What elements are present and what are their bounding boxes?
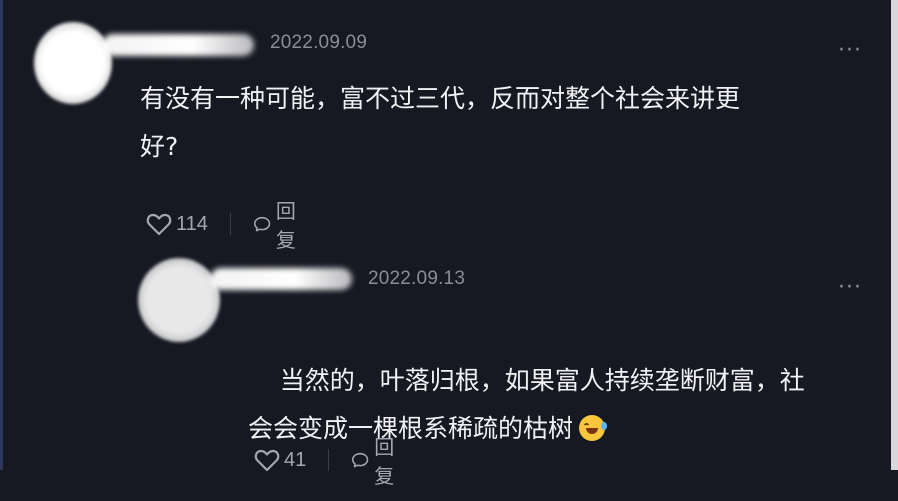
username-redacted[interactable] (102, 34, 254, 56)
heart-icon (254, 449, 280, 472)
reply-label: 回复 (275, 199, 296, 252)
username-redacted[interactable] (210, 268, 352, 290)
divider (229, 213, 231, 235)
like-count: 41 (284, 448, 307, 471)
like-count: 114 (176, 212, 208, 235)
reply-label: 回复 (374, 435, 395, 488)
laughing-emoji-icon (579, 415, 608, 441)
speech-bubble-icon (351, 452, 369, 468)
speech-bubble-icon (253, 216, 270, 232)
left-edge (0, 0, 3, 470)
like-button[interactable]: 114 (146, 212, 208, 236)
comment-actions: 114 回复 (146, 195, 304, 253)
comment-date: 2022.09.09 (270, 32, 368, 53)
scrollbar-track[interactable] (891, 0, 898, 470)
avatar[interactable] (34, 22, 112, 104)
more-options-icon[interactable]: ··· (838, 40, 862, 62)
comment-actions: 41 回复 (254, 431, 402, 489)
more-options-icon[interactable]: ··· (838, 277, 862, 299)
divider (328, 449, 329, 471)
comment-date: 2022.09.13 (368, 268, 466, 289)
comment-text: 有没有一种可能，富不过三代，反而对整个社会来讲更 好? (140, 84, 741, 161)
avatar[interactable] (138, 258, 220, 342)
reply-button[interactable]: 回复 (351, 431, 402, 489)
like-button[interactable]: 41 (254, 448, 306, 472)
heart-icon (146, 213, 172, 236)
comment-text-line1: 当然的，叶落归根，如果富人持续垄断财富，社 (279, 366, 805, 395)
reply-button[interactable]: 回复 (253, 195, 304, 253)
